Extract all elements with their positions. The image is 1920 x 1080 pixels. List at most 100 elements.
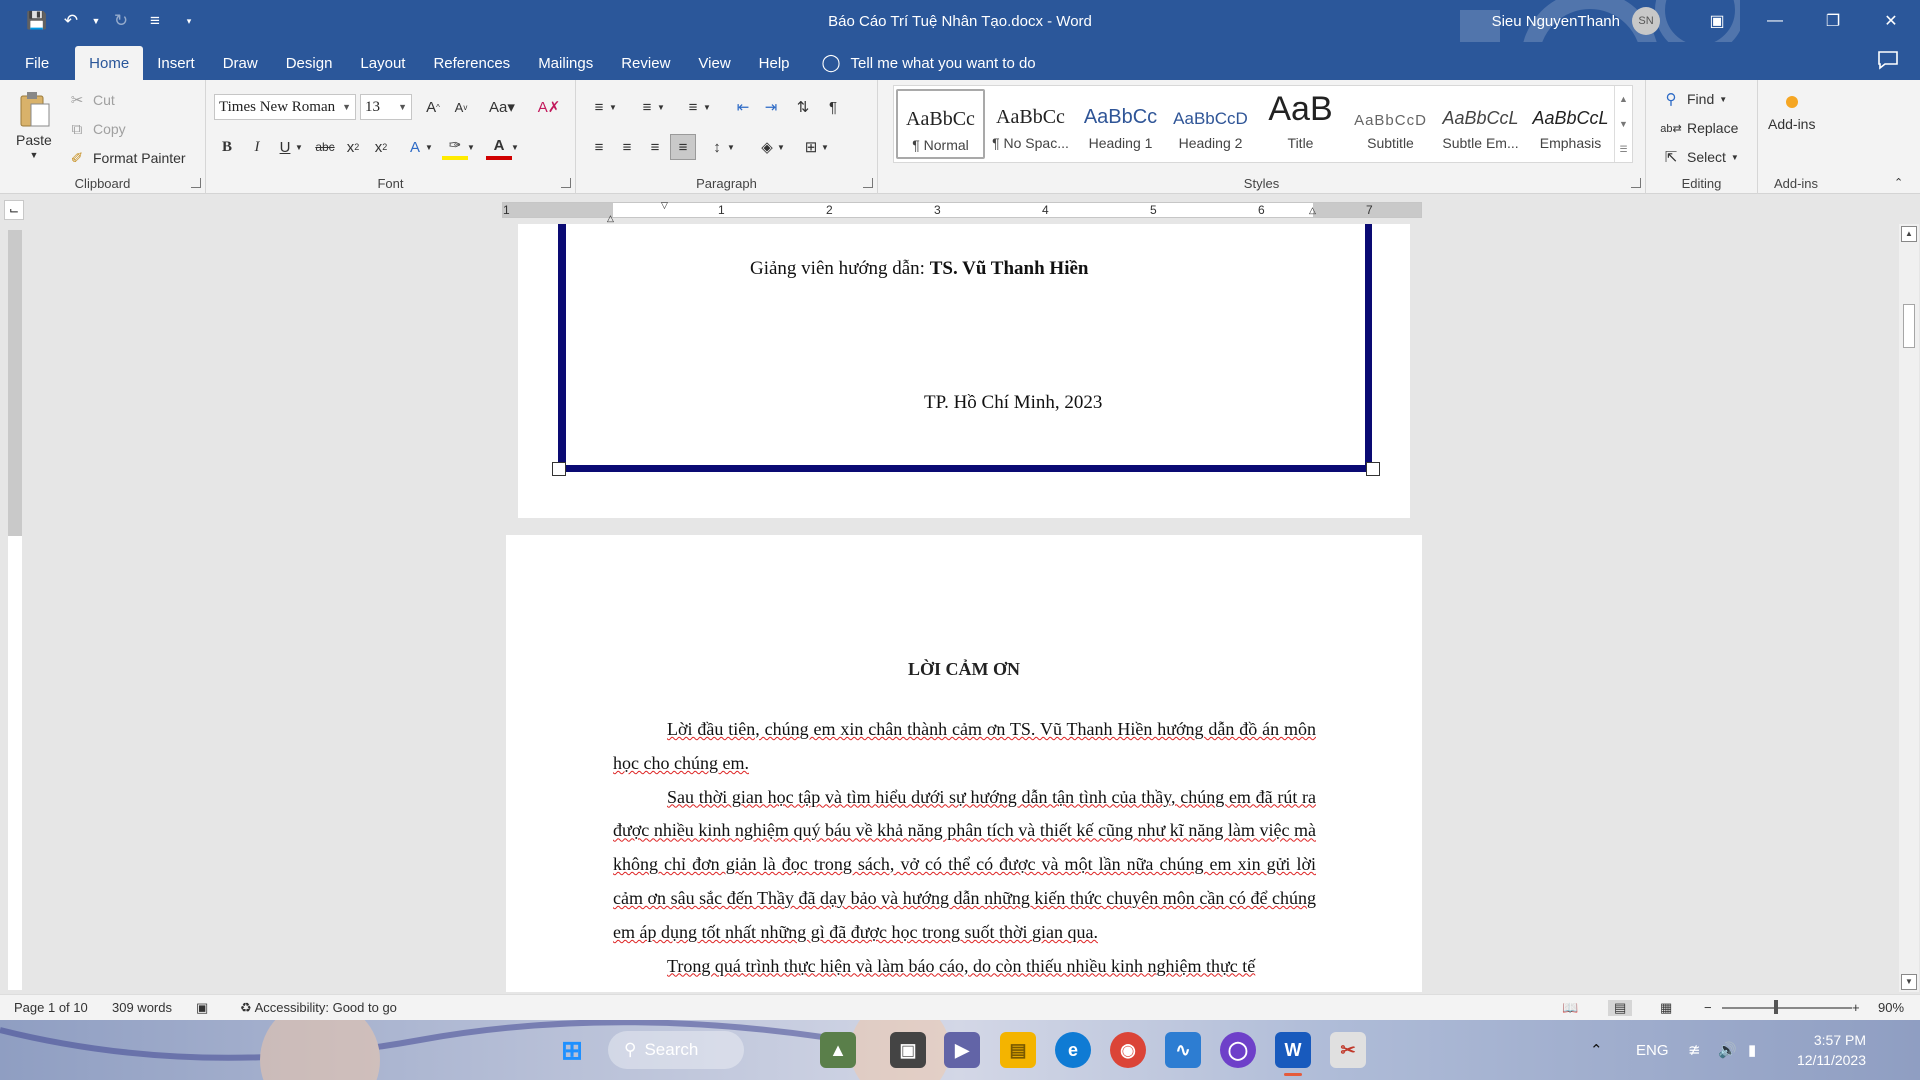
style-heading-1[interactable]: AaBbCc Heading 1	[1076, 89, 1165, 159]
word-icon[interactable]: W	[1275, 1032, 1311, 1068]
line-spacing-dropdown-icon[interactable]: ▼	[724, 134, 738, 160]
widgets-icon[interactable]: ▲	[820, 1032, 856, 1068]
clock[interactable]: 3:57 PM 12/11/2023	[1797, 1030, 1866, 1070]
tab-draw[interactable]: Draw	[209, 46, 272, 80]
replace-button[interactable]: ab⇄ Replace	[1660, 117, 1738, 139]
decrease-indent-icon[interactable]: ⇤	[730, 94, 756, 120]
file-explorer-icon[interactable]: ▤	[1000, 1032, 1036, 1068]
cut-button[interactable]: ✂ Cut	[66, 89, 115, 111]
save-icon[interactable]: 💾	[22, 6, 52, 36]
tab-selector[interactable]: ⌙	[4, 200, 24, 220]
avatar[interactable]: SN	[1632, 7, 1660, 35]
superscript-icon[interactable]: x2	[368, 134, 394, 160]
text-effects-dropdown-icon[interactable]: ▼	[422, 134, 436, 160]
tab-help[interactable]: Help	[745, 46, 804, 80]
vertical-scrollbar[interactable]: ▲ ▼	[1899, 224, 1919, 992]
bullets-dropdown-icon[interactable]: ▼	[606, 94, 620, 120]
web-layout-icon[interactable]: ▦	[1660, 1000, 1672, 1016]
underline-dropdown-icon[interactable]: ▼	[292, 134, 306, 160]
show-formatting-icon[interactable]: ¶	[820, 94, 846, 120]
style-emphasis[interactable]: AaBbCcL Emphasis	[1526, 89, 1615, 159]
select-button[interactable]: ⇱ Select ▼	[1660, 146, 1739, 168]
tab-design[interactable]: Design	[272, 46, 347, 80]
style-no-spacing[interactable]: AaBbCc ¶ No Spac...	[986, 89, 1075, 159]
tab-references[interactable]: References	[419, 46, 524, 80]
tab-layout[interactable]: Layout	[346, 46, 419, 80]
style-title[interactable]: AaB Title	[1256, 89, 1345, 159]
tab-mailings[interactable]: Mailings	[524, 46, 607, 80]
zoom-level[interactable]: 90%	[1878, 1000, 1904, 1015]
style-subtitle[interactable]: AaBbCcD Subtitle	[1346, 89, 1435, 159]
snipping-tool-icon[interactable]: ✂	[1330, 1032, 1366, 1068]
zoom-slider-thumb[interactable]	[1774, 1000, 1778, 1014]
undo-dropdown-icon[interactable]: ▼	[90, 6, 102, 36]
taskbar-search[interactable]: ⚲ Search	[608, 1031, 744, 1069]
tab-home[interactable]: Home	[75, 46, 144, 80]
redo-icon[interactable]: ↻	[106, 6, 136, 36]
styles-more-icon[interactable]: ☰	[1619, 144, 1627, 155]
comments-icon[interactable]	[1876, 48, 1900, 72]
shrink-font-icon[interactable]: Av	[448, 94, 474, 120]
highlight-dropdown-icon[interactable]: ▼	[464, 134, 478, 160]
battery-icon[interactable]: ▮	[1748, 1020, 1756, 1080]
teams-icon[interactable]: ▶	[944, 1032, 980, 1068]
word-count[interactable]: 309 words	[112, 1000, 172, 1015]
font-size-dropdown-icon[interactable]: ▼	[398, 102, 407, 112]
font-color-dropdown-icon[interactable]: ▼	[508, 134, 522, 160]
grow-font-icon[interactable]: A ^	[420, 94, 446, 120]
borders-dropdown-icon[interactable]: ▼	[818, 134, 832, 160]
github-desktop-icon[interactable]: ◯	[1220, 1032, 1256, 1068]
wifi-icon[interactable]: ≇	[1688, 1020, 1701, 1080]
tab-file[interactable]: File	[0, 46, 75, 80]
sort-icon[interactable]: ⇅	[790, 94, 816, 120]
paragraph-launcher-icon[interactable]	[863, 178, 873, 188]
format-painter-button[interactable]: ✐ Format Painter	[66, 147, 186, 169]
restore-icon[interactable]: ❐	[1804, 0, 1862, 42]
copy-button[interactable]: ⧉ Copy	[66, 118, 126, 140]
strikethrough-icon[interactable]: abc	[312, 134, 338, 160]
justify-icon[interactable]: ≡	[670, 134, 696, 160]
zoom-out-icon[interactable]: −	[1704, 1000, 1712, 1015]
styles-launcher-icon[interactable]	[1631, 178, 1641, 188]
proofing-icon[interactable]: ▣	[196, 1000, 208, 1016]
show-hidden-icons[interactable]: ⌃	[1590, 1020, 1603, 1080]
right-indent-marker[interactable]: △	[1309, 205, 1316, 216]
accessibility-status[interactable]: ♻ Accessibility: Good to go	[240, 1000, 397, 1016]
font-size-combo[interactable]: 13 ▼	[360, 94, 412, 120]
align-left-icon[interactable]: ≡	[586, 134, 612, 160]
font-name-combo[interactable]: Times New Roman ▼	[214, 94, 356, 120]
scroll-up-icon[interactable]: ▲	[1901, 226, 1917, 242]
close-icon[interactable]: ✕	[1862, 0, 1920, 42]
tab-review[interactable]: Review	[607, 46, 684, 80]
print-layout-icon[interactable]: ▤	[1608, 1000, 1633, 1016]
customize-qat-icon[interactable]: ▾	[174, 6, 204, 36]
find-dropdown-icon[interactable]: ▼	[1719, 95, 1727, 104]
collapse-ribbon-icon[interactable]: ⌃	[1894, 176, 1903, 189]
font-launcher-icon[interactable]	[561, 178, 571, 188]
shading-dropdown-icon[interactable]: ▼	[774, 134, 788, 160]
change-case-icon[interactable]: Aa▾	[484, 94, 520, 120]
ribbon-display-options-icon[interactable]: ▣	[1688, 0, 1746, 42]
chrome-icon[interactable]: ◉	[1110, 1032, 1146, 1068]
numbering-dropdown-icon[interactable]: ▼	[654, 94, 668, 120]
italic-icon[interactable]: I	[244, 134, 270, 160]
subscript-icon[interactable]: x2	[340, 134, 366, 160]
scrollbar-thumb[interactable]	[1903, 304, 1915, 348]
start-icon[interactable]: ⊞	[554, 1032, 590, 1068]
align-right-icon[interactable]: ≡	[642, 134, 668, 160]
document-canvas[interactable]: Giảng viên hướng dẫn: TS. Vũ Thanh Hiền …	[30, 224, 1898, 992]
undo-icon[interactable]: ↶	[56, 6, 86, 36]
style-heading-2[interactable]: AaBbCcD Heading 2	[1166, 89, 1255, 159]
addins-button[interactable]: Add-ins	[1768, 96, 1815, 132]
paste-button[interactable]: Paste ▼	[16, 90, 52, 160]
task-view-icon[interactable]: ▣	[890, 1032, 926, 1068]
task-manager-icon[interactable]: ∿	[1165, 1032, 1201, 1068]
account-area[interactable]: Sieu NguyenThanh SN	[1492, 0, 1660, 42]
find-button[interactable]: ⚲ Find ▼	[1660, 88, 1728, 110]
style-normal[interactable]: AaBbCc ¶ Normal	[896, 89, 985, 159]
first-line-indent-marker[interactable]: ▽	[661, 200, 668, 211]
edge-icon[interactable]: e	[1055, 1032, 1091, 1068]
scroll-down-icon[interactable]: ▼	[1901, 974, 1917, 990]
zoom-in-icon[interactable]: +	[1852, 1000, 1860, 1015]
align-center-icon[interactable]: ≡	[614, 134, 640, 160]
